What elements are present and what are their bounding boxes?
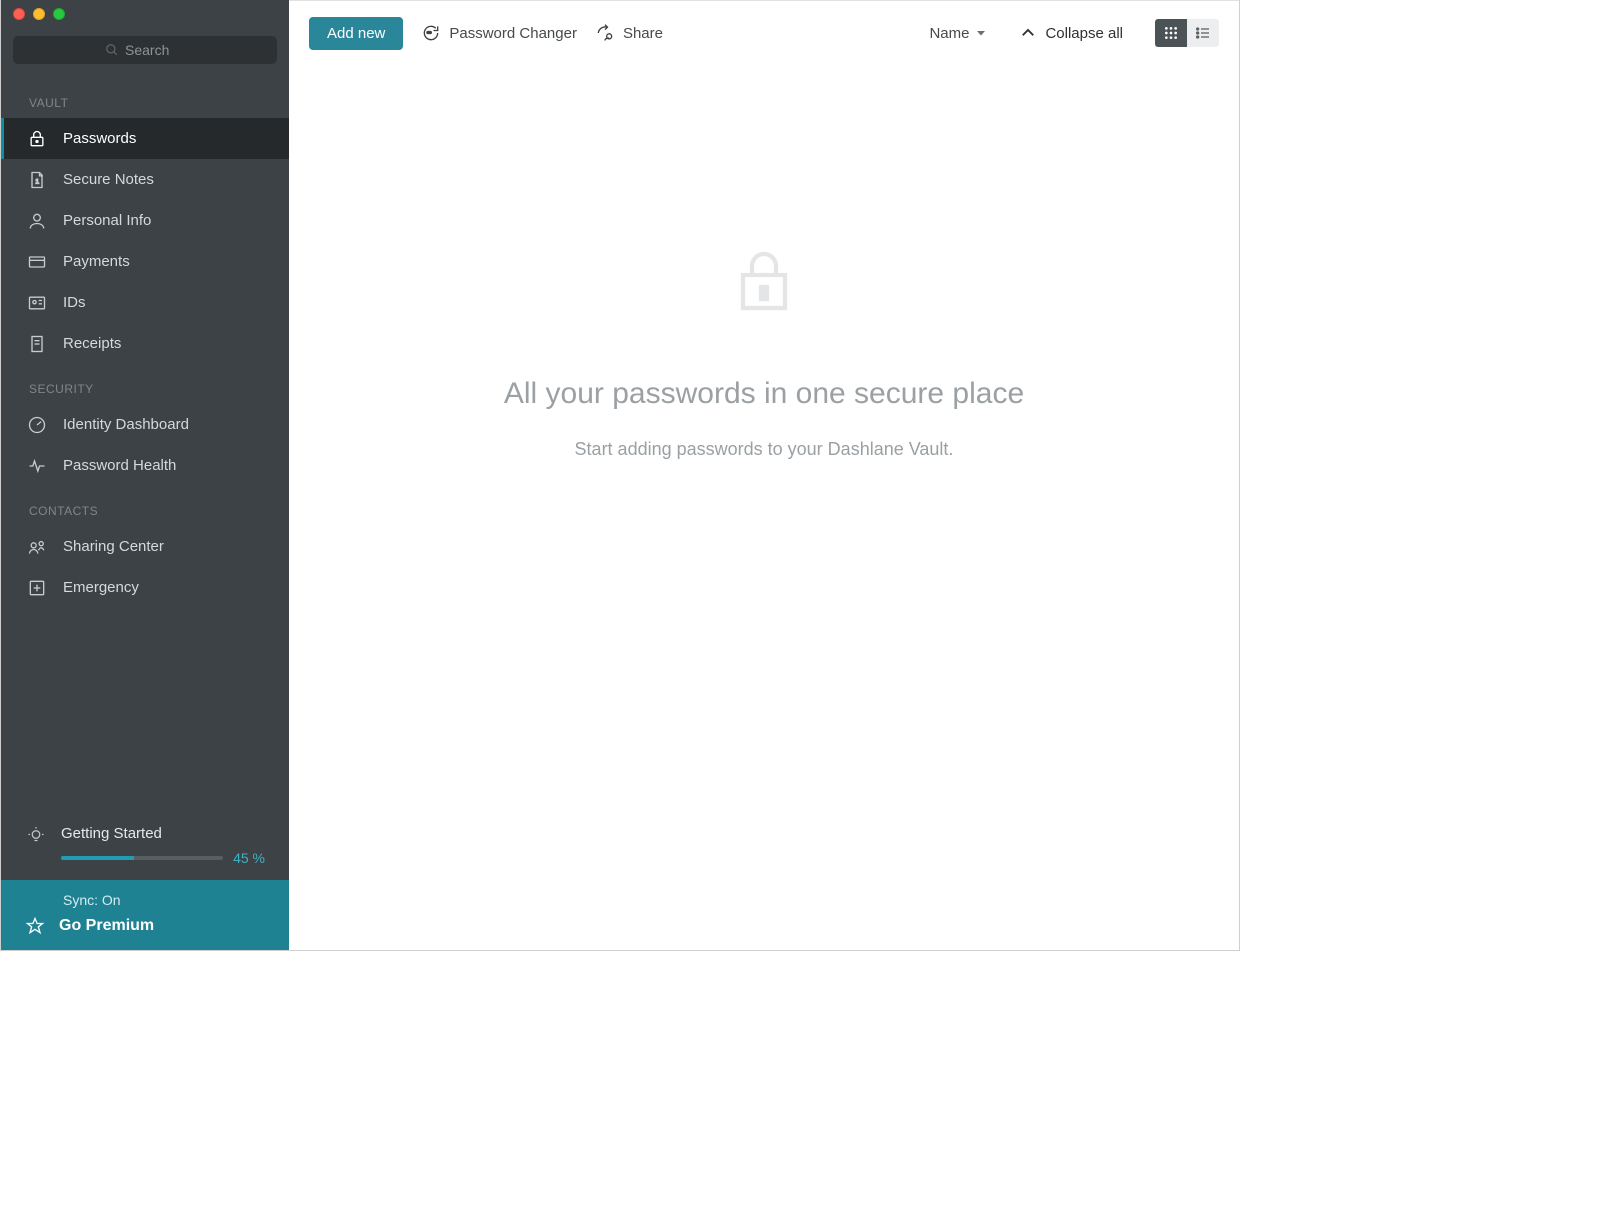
sidebar: VAULT Passwords 1 Secure Notes Personal …: [1, 0, 289, 950]
password-changer-label: Password Changer: [449, 25, 577, 42]
empty-lock-icon: [728, 245, 800, 317]
sidebar-item-label: Personal Info: [63, 212, 151, 229]
empty-state: All your passwords in one secure place S…: [289, 65, 1239, 950]
sidebar-item-secure-notes[interactable]: 1 Secure Notes: [1, 159, 289, 200]
payment-icon: [27, 252, 47, 272]
sidebar-item-passwords[interactable]: Passwords: [1, 118, 289, 159]
svg-text:1: 1: [35, 178, 39, 185]
list-icon: [1195, 25, 1211, 41]
sidebar-item-ids[interactable]: IDs: [1, 282, 289, 323]
sidebar-item-emergency[interactable]: Emergency: [1, 567, 289, 608]
empty-state-title: All your passwords in one secure place: [504, 377, 1024, 411]
emergency-icon: [27, 578, 47, 598]
receipt-icon: [27, 334, 47, 354]
sidebar-item-label: Sharing Center: [63, 538, 164, 555]
list-view-button[interactable]: [1187, 19, 1219, 47]
sidebar-item-label: Payments: [63, 253, 130, 270]
refresh-key-icon: **: [421, 23, 441, 43]
sidebar-item-identity-dashboard[interactable]: Identity Dashboard: [1, 404, 289, 445]
sidebar-item-label: Password Health: [63, 457, 176, 474]
sync-status: Sync: On: [25, 892, 265, 908]
note-icon: 1: [27, 170, 47, 190]
section-label-security: SECURITY: [1, 364, 289, 404]
sidebar-item-label: Receipts: [63, 335, 121, 352]
window-controls: [1, 0, 289, 28]
add-new-button[interactable]: Add new: [309, 17, 403, 50]
go-premium-button[interactable]: Go Premium: [25, 916, 265, 936]
sidebar-item-password-health[interactable]: Password Health: [1, 445, 289, 486]
share-icon: [595, 23, 615, 43]
sort-dropdown[interactable]: Name: [929, 25, 987, 42]
minimize-window-button[interactable]: [33, 8, 45, 20]
section-label-vault: VAULT: [1, 78, 289, 118]
id-icon: [27, 293, 47, 313]
view-toggle: [1155, 19, 1219, 47]
getting-started-title: Getting Started: [61, 825, 265, 842]
section-label-contacts: CONTACTS: [1, 486, 289, 526]
health-icon: [27, 456, 47, 476]
getting-started-progress: [61, 856, 223, 860]
sharing-icon: [27, 537, 47, 557]
toolbar: Add new ** Password Changer Share Name: [289, 1, 1239, 65]
sidebar-item-payments[interactable]: Payments: [1, 241, 289, 282]
getting-started-panel[interactable]: Getting Started 45 %: [1, 811, 289, 880]
lock-icon: [27, 129, 47, 149]
search-field[interactable]: [13, 36, 277, 64]
empty-state-subtitle: Start adding passwords to your Dashlane …: [575, 439, 954, 460]
sidebar-item-personal-info[interactable]: Personal Info: [1, 200, 289, 241]
share-label: Share: [623, 25, 663, 42]
go-premium-label: Go Premium: [59, 917, 154, 935]
sidebar-item-label: Passwords: [63, 130, 136, 147]
star-icon: [25, 916, 45, 936]
sidebar-item-sharing-center[interactable]: Sharing Center: [1, 526, 289, 567]
grid-view-button[interactable]: [1155, 19, 1187, 47]
person-icon: [27, 211, 47, 231]
sidebar-item-label: IDs: [63, 294, 86, 311]
sidebar-item-label: Secure Notes: [63, 171, 154, 188]
close-window-button[interactable]: [13, 8, 25, 20]
premium-panel: Sync: On Go Premium: [1, 880, 289, 950]
sidebar-item-label: Identity Dashboard: [63, 416, 189, 433]
chevron-down-icon: [975, 27, 987, 39]
password-changer-button[interactable]: ** Password Changer: [421, 23, 577, 43]
share-button[interactable]: Share: [595, 23, 663, 43]
search-icon: [105, 43, 119, 57]
main-panel: Add new ** Password Changer Share Name: [289, 0, 1239, 950]
sidebar-item-receipts[interactable]: Receipts: [1, 323, 289, 364]
svg-text:**: **: [427, 32, 432, 38]
sort-label: Name: [929, 25, 969, 42]
chevron-up-icon: [1019, 24, 1037, 42]
search-input[interactable]: [125, 42, 185, 58]
lightbulb-icon: [27, 827, 45, 845]
getting-started-percent: 45 %: [233, 850, 265, 866]
collapse-all-label: Collapse all: [1045, 25, 1123, 42]
grid-icon: [1163, 25, 1179, 41]
collapse-all-button[interactable]: Collapse all: [1019, 24, 1123, 42]
sidebar-item-label: Emergency: [63, 579, 139, 596]
dashboard-icon: [27, 415, 47, 435]
maximize-window-button[interactable]: [53, 8, 65, 20]
